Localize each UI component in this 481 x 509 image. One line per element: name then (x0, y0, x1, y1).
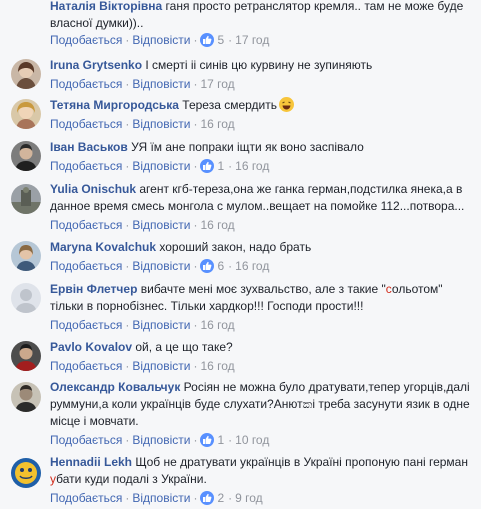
reply-link[interactable]: Відповісти (132, 359, 190, 373)
comment-text-part: вибачте мені моє зухвальство, але з таки… (140, 282, 386, 296)
comment-author[interactable]: Ервін Флетчер (50, 282, 137, 296)
comment-actions: Подобається · Відповісти · 1 · 16 год (50, 159, 270, 173)
comment-text: Тереза смердить (182, 98, 277, 112)
like-count[interactable]: 5 (217, 33, 224, 47)
like-link[interactable]: Подобається (50, 117, 122, 131)
like-count-icon[interactable] (200, 433, 215, 447)
comment-author[interactable]: Іван Васьков (50, 140, 128, 154)
like-link[interactable]: Подобається (50, 218, 122, 232)
like-count[interactable]: 1 (217, 159, 224, 173)
avatar[interactable] (11, 59, 41, 89)
comment-actions: Подобається · Відповісти · 17 год (50, 77, 235, 91)
comment-author[interactable]: Тетяна Миргородська (50, 98, 179, 112)
comment-author[interactable]: Олександр Ковальчук (50, 380, 180, 394)
comment-list: Наталія Вікторівна ганя просто ретрансля… (0, 0, 481, 509)
reply-link[interactable]: Відповісти (132, 491, 190, 505)
comment-author[interactable]: Наталія Вікторівна (50, 0, 162, 13)
like-link[interactable]: Подобається (50, 359, 122, 373)
reply-link[interactable]: Відповісти (132, 33, 190, 47)
reply-link[interactable]: Відповісти (132, 77, 190, 91)
timestamp[interactable]: 16 год (200, 318, 234, 332)
like-link[interactable]: Подобається (50, 259, 122, 273)
timestamp[interactable]: 16 год (200, 218, 234, 232)
timestamp[interactable]: 17 год (235, 33, 269, 47)
comment-actions: Подобається · Відповісти · 1 · 10 год (50, 433, 270, 447)
like-link[interactable]: Подобається (50, 33, 122, 47)
like-count[interactable]: 2 (217, 491, 224, 505)
avatar[interactable] (11, 382, 41, 412)
comment-text: І смерті іі синів цю курвину не зупиняют… (145, 58, 373, 72)
reply-link[interactable]: Відповісти (132, 433, 190, 447)
comment-author[interactable]: Hennadii Lekh (50, 455, 132, 469)
comment-actions: Подобається · Відповісти · 16 год (50, 359, 235, 373)
avatar[interactable] (11, 141, 41, 171)
reply-link[interactable]: Відповісти (132, 318, 190, 332)
comment-actions: Подобається · Відповісти · 16 год (50, 117, 235, 131)
comment-author[interactable]: Iruna Grytsenko (50, 58, 142, 72)
like-link[interactable]: Подобається (50, 491, 122, 505)
like-link[interactable]: Подобається (50, 433, 122, 447)
comment-text-part: Щоб не дратувати українців в Україні про… (135, 455, 468, 469)
comment-actions: Подобається · Відповісти · 16 год (50, 318, 235, 332)
comment-author[interactable]: Maryna Kovalchuk (50, 240, 156, 254)
timestamp[interactable]: 9 год (235, 491, 263, 505)
avatar[interactable] (11, 458, 41, 488)
reply-link[interactable]: Відповісти (132, 259, 190, 273)
laughing-emoji-icon (279, 97, 294, 112)
comment-actions: Подобається · Відповісти · 16 год (50, 218, 235, 232)
like-link[interactable]: Подобається (50, 159, 122, 173)
timestamp[interactable]: 16 год (235, 259, 269, 273)
like-count[interactable]: 1 (217, 433, 224, 447)
comment-text: ой, а це що таке? (135, 340, 233, 354)
timestamp[interactable]: 16 год (235, 159, 269, 173)
comment-actions: Подобається · Відповісти · 6 · 16 год (50, 259, 270, 273)
like-count-icon[interactable] (200, 259, 215, 273)
avatar[interactable] (11, 341, 41, 371)
timestamp[interactable]: 16 год (200, 359, 234, 373)
comment-text: УЯ їм ане попраки іщти як воно заспівало (131, 140, 364, 154)
like-count-icon[interactable] (200, 491, 215, 505)
like-count-icon[interactable] (200, 159, 215, 173)
avatar[interactable] (11, 99, 41, 129)
comment-actions: Подобається · Відповісти · 5 · 17 год (50, 33, 270, 47)
comment-actions: Подобається · Відповісти · 2 · 9 год (50, 491, 263, 505)
timestamp[interactable]: 16 год (200, 117, 234, 131)
comment-text: хороший закон, надо брать (159, 240, 312, 254)
like-link[interactable]: Подобається (50, 318, 122, 332)
comment-author[interactable]: Yulia Onischuk (50, 182, 136, 196)
reply-link[interactable]: Відповісти (132, 117, 190, 131)
comment-author[interactable]: Pavlo Kovalov (50, 340, 132, 354)
timestamp[interactable]: 10 год (235, 433, 269, 447)
avatar[interactable] (11, 184, 41, 214)
like-count[interactable]: 6 (217, 259, 224, 273)
avatar[interactable] (11, 241, 41, 271)
like-count-icon[interactable] (200, 33, 215, 47)
reply-link[interactable]: Відповісти (132, 218, 190, 232)
comment-text-part: бати куди подалі з України. (56, 472, 207, 486)
reply-link[interactable]: Відповісти (132, 159, 190, 173)
like-link[interactable]: Подобається (50, 77, 122, 91)
timestamp[interactable]: 17 год (200, 77, 234, 91)
avatar[interactable] (11, 283, 41, 313)
